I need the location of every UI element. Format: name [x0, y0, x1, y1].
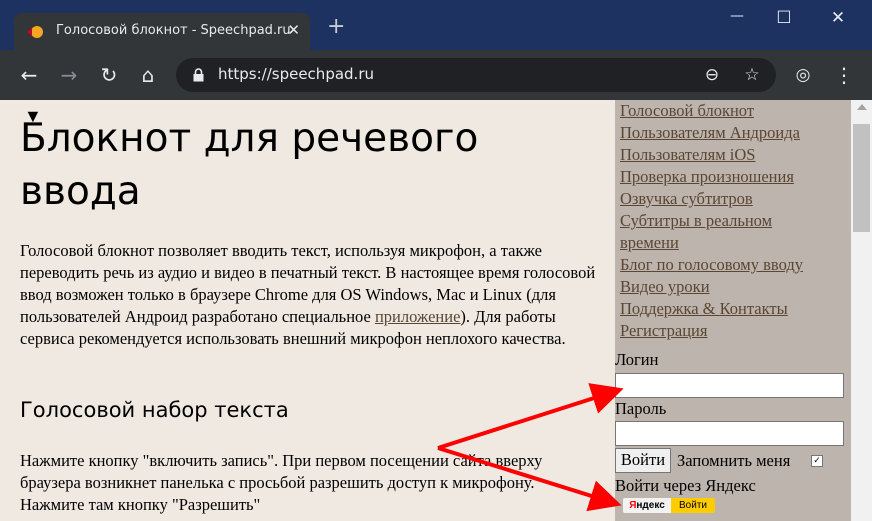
sidebar-link-ios[interactable]: Пользователям iOS [620, 144, 755, 166]
login-button[interactable]: Войти [615, 448, 671, 473]
password-field[interactable] [615, 421, 844, 446]
instructions-paragraph: Нажмите кнопку "включить запись". При пе… [20, 451, 543, 514]
minimize-icon[interactable]: — [717, 8, 757, 32]
page-scrollbar[interactable] [851, 100, 872, 521]
tab-title: Голосовой блокнот - Speechpad.ru [56, 23, 291, 38]
incognito-icon[interactable]: ◎ [790, 62, 816, 88]
sidebar-link-android[interactable]: Пользователям Андроида [620, 122, 800, 144]
tab-close-icon[interactable]: ✕ [287, 21, 300, 39]
new-tab-icon[interactable]: + [327, 16, 345, 38]
window-close-icon[interactable]: ✕ [818, 8, 858, 32]
address-bar[interactable]: https://speechpad.ru ⊖ ☆ [176, 58, 776, 92]
forward-icon[interactable]: → [56, 62, 82, 88]
app-link[interactable]: приложение [375, 307, 460, 326]
sidebar-link-video-lessons[interactable]: Видео уроки [620, 276, 710, 298]
scroll-up-icon[interactable] [857, 104, 867, 110]
maximize-icon[interactable]: ☐ [764, 8, 804, 32]
bookmark-star-icon[interactable]: ☆ [741, 64, 763, 86]
browser-tab[interactable]: Голосовой блокнот - Speechpad.ru ✕ [14, 13, 310, 50]
lock-icon [193, 68, 204, 82]
sidebar-link-subtitle-voiceover[interactable]: Озвучка субтитров [620, 188, 753, 210]
scrollbar-thumb[interactable] [853, 124, 870, 232]
remember-me-checkbox[interactable]: ✓ [811, 455, 823, 467]
sidebar-link-realtime-subtitles[interactable]: Субтитры в реальном [620, 210, 772, 232]
sidebar-link-realtime-subtitles-cont[interactable]: времени [620, 232, 679, 254]
browser-toolbar: ← → ↻ ⌂ https://speechpad.ru ⊖ ☆ ◎ ⋮ [0, 50, 872, 100]
zoom-icon[interactable]: ⊖ [701, 64, 723, 86]
password-label: Пароль [615, 399, 667, 418]
yandex-login-text: Войти [671, 498, 715, 513]
sidebar: Голосовой блокнот Пользователям Андроида… [615, 100, 851, 521]
yandex-login-label: Войти через Яндекс [615, 476, 756, 495]
sidebar-link-blog[interactable]: Блог по голосовому вводу [620, 254, 803, 276]
browser-titlebar: Голосовой блокнот - Speechpad.ru ✕ + — ☐… [0, 0, 872, 50]
back-icon[interactable]: ← [16, 62, 42, 88]
login-label: Логин [615, 350, 659, 369]
speechpad-favicon-icon [27, 26, 43, 38]
main-content: ▼ Блокнот для речевого ввода Голосовой б… [0, 100, 615, 521]
sidebar-link-registration[interactable]: Регистрация [620, 320, 707, 342]
page-title: Блокнот для речевого ввода [20, 116, 479, 214]
yandex-login-button[interactable]: Яндекс Войти [623, 498, 715, 513]
intro-paragraph: Голосовой блокнот позволяет вводить текс… [20, 240, 600, 350]
login-field[interactable] [615, 373, 844, 398]
url-text: https://speechpad.ru [218, 65, 374, 83]
sidebar-link-voice-notepad[interactable]: Голосовой блокнот [620, 100, 754, 122]
sidebar-link-support[interactable]: Поддержка & Контакты [620, 298, 788, 320]
remember-me-label: Запомнить меня [677, 451, 791, 470]
sidebar-link-pronunciation[interactable]: Проверка произношения [620, 166, 794, 188]
browser-menu-icon[interactable]: ⋮ [831, 62, 857, 88]
home-icon[interactable]: ⌂ [135, 62, 161, 88]
reload-icon[interactable]: ↻ [96, 62, 122, 88]
section-heading: Голосовой набор текста [20, 398, 289, 422]
yandex-logo: Яндекс [623, 498, 671, 513]
